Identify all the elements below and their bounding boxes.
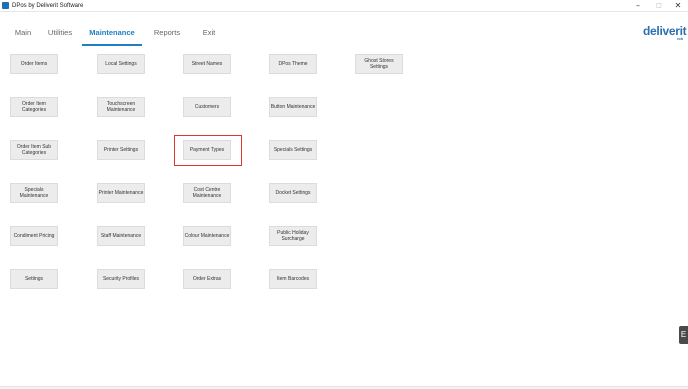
tab-exit[interactable]: Exit — [198, 22, 220, 46]
tab-reports[interactable]: Reports — [150, 22, 184, 46]
deliverit-logo-sub: ecb — [677, 37, 684, 41]
order-items-button[interactable]: Order Items — [10, 54, 58, 74]
tab-utilities[interactable]: Utilities — [44, 22, 76, 46]
specials-maintenance-button[interactable]: Specials Maintenance — [10, 183, 58, 203]
order-item-sub-categories-button[interactable]: Order Item Sub Categories — [10, 140, 58, 160]
maximize-icon[interactable]: □ — [649, 0, 669, 12]
button-maintenance-button[interactable]: Button Maintenance — [269, 97, 317, 117]
staff-maintenance-button[interactable]: Staff Maintenance — [97, 226, 145, 246]
security-profiles-button[interactable]: Security Profiles — [97, 269, 145, 289]
payment-types-highlight — [174, 135, 242, 166]
colour-maintenance-button[interactable]: Colour Maintenance — [183, 226, 231, 246]
window-title: DPos by Deliverit Software — [12, 3, 84, 9]
printer-maintenance-button[interactable]: Printer Maintenance — [97, 183, 145, 203]
tab-main[interactable]: Main — [8, 22, 38, 46]
cost-centre-maintenance-button[interactable]: Cost Centre Maintenance — [183, 183, 231, 203]
touchscreen-maintenance-button[interactable]: Touchscreen Maintenance — [97, 97, 145, 117]
order-item-categories-button[interactable]: Order Item Categories — [10, 97, 58, 117]
customers-button[interactable]: Customers — [183, 97, 231, 117]
printer-settings-button[interactable]: Printer Settings — [97, 140, 145, 160]
local-settings-button[interactable]: Local Settings — [97, 54, 145, 74]
docket-settings-button[interactable]: Docket Settings — [269, 183, 317, 203]
street-names-button[interactable]: Street Names — [183, 54, 231, 74]
title-bar: DPos by Deliverit Software – □ ✕ — [0, 0, 688, 12]
item-barcodes-button[interactable]: Item Barcodes — [269, 269, 317, 289]
settings-button[interactable]: Settings — [10, 269, 58, 289]
side-panel-tab[interactable]: E — [679, 326, 688, 344]
specials-settings-button[interactable]: Specials Settings — [269, 140, 317, 160]
tab-maintenance[interactable]: Maintenance — [82, 22, 142, 46]
app-icon — [2, 2, 9, 9]
public-holiday-surcharge-button[interactable]: Public Holiday Surcharge — [269, 226, 317, 246]
ghost-stores-settings-button[interactable]: Ghost Stores Settings — [355, 54, 403, 74]
dpos-theme-button[interactable]: DPos Theme — [269, 54, 317, 74]
deliverit-logo: deliverit — [643, 24, 687, 38]
minimize-icon[interactable]: – — [628, 0, 648, 12]
condiment-pricing-button[interactable]: Condiment Pricing — [10, 226, 58, 246]
order-extras-button[interactable]: Order Extras — [183, 269, 231, 289]
close-icon[interactable]: ✕ — [668, 0, 688, 12]
